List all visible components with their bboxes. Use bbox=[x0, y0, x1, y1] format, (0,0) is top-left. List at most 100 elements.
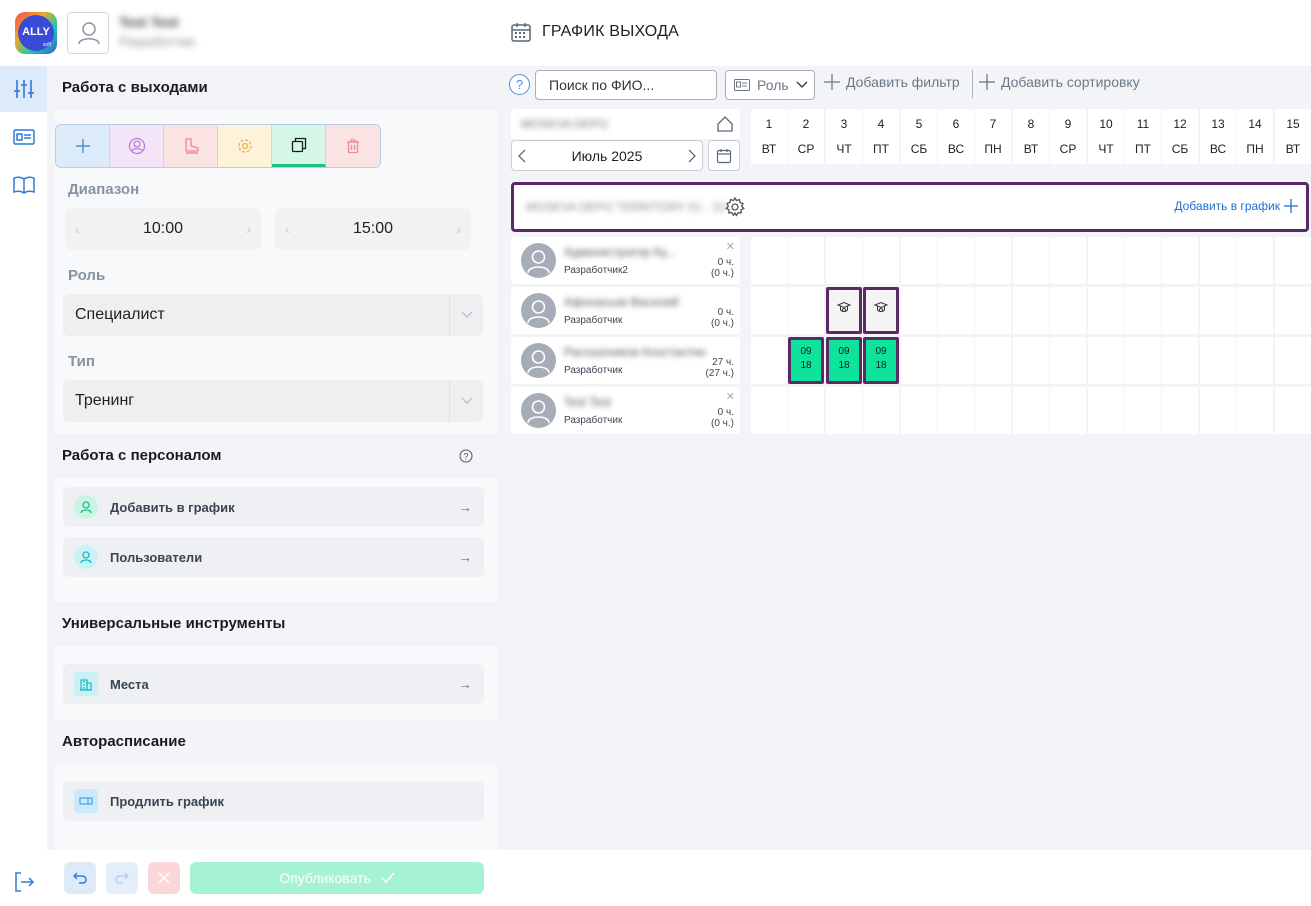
schedule-cell[interactable] bbox=[1013, 387, 1049, 434]
schedule-cell[interactable] bbox=[938, 287, 974, 334]
time-from-input[interactable]: ‹ 10:00 › bbox=[65, 208, 261, 250]
search-input[interactable]: Поиск по ФИО... bbox=[535, 70, 717, 100]
logout-icon[interactable] bbox=[12, 870, 36, 894]
places-action[interactable]: Места → bbox=[63, 664, 484, 704]
add-filter-button[interactable]: Добавить фильтр bbox=[824, 74, 960, 90]
employee-card[interactable]: Афонасьев Василий Разработчик 0 ч. (0 ч.) bbox=[511, 287, 740, 334]
schedule-cell[interactable] bbox=[1200, 337, 1236, 384]
schedule-cell[interactable] bbox=[1088, 337, 1124, 384]
month-selector[interactable]: Июль 2025 bbox=[511, 140, 703, 171]
schedule-cell[interactable] bbox=[901, 387, 937, 434]
schedule-cell[interactable] bbox=[863, 237, 899, 284]
schedule-cell[interactable] bbox=[1125, 287, 1161, 334]
type-select[interactable]: Тренинг bbox=[63, 380, 483, 422]
schedule-cell[interactable] bbox=[1050, 287, 1086, 334]
tool-delete-button[interactable] bbox=[326, 125, 380, 167]
schedule-cell[interactable] bbox=[1275, 387, 1311, 434]
schedule-cell[interactable] bbox=[826, 237, 862, 284]
schedule-cell[interactable] bbox=[1275, 237, 1311, 284]
schedule-cell[interactable] bbox=[901, 237, 937, 284]
time-to-input[interactable]: ‹ 15:00 › bbox=[275, 208, 471, 250]
chevron-right-icon[interactable]: › bbox=[246, 221, 251, 237]
schedule-cell[interactable] bbox=[1013, 287, 1049, 334]
remove-employee-icon[interactable]: ✕ bbox=[726, 240, 735, 253]
redo-button[interactable] bbox=[106, 862, 138, 894]
training-cell[interactable] bbox=[863, 287, 899, 334]
app-logo[interactable]: ALLY soft bbox=[15, 12, 57, 54]
schedule-cell[interactable] bbox=[1125, 387, 1161, 434]
schedule-cell[interactable] bbox=[1088, 387, 1124, 434]
tool-users-button[interactable] bbox=[110, 125, 164, 167]
chevron-right-icon[interactable] bbox=[688, 149, 696, 163]
schedule-cell[interactable] bbox=[975, 237, 1011, 284]
schedule-cell[interactable] bbox=[1013, 337, 1049, 384]
publish-button[interactable]: Опубликовать bbox=[190, 862, 484, 894]
undo-button[interactable] bbox=[64, 862, 96, 894]
schedule-cell[interactable] bbox=[938, 237, 974, 284]
training-cell[interactable] bbox=[826, 287, 862, 334]
schedule-cell[interactable] bbox=[975, 287, 1011, 334]
schedule-cell[interactable] bbox=[826, 387, 862, 434]
schedule-cell[interactable] bbox=[975, 337, 1011, 384]
chevron-right-icon[interactable]: › bbox=[456, 221, 461, 237]
schedule-cell[interactable] bbox=[1125, 337, 1161, 384]
help-icon[interactable]: ? bbox=[459, 449, 473, 463]
tool-gear-button[interactable] bbox=[218, 125, 272, 167]
schedule-cell[interactable] bbox=[788, 237, 824, 284]
schedule-cell[interactable] bbox=[938, 387, 974, 434]
schedule-cell[interactable] bbox=[1013, 237, 1049, 284]
schedule-cell[interactable] bbox=[1200, 387, 1236, 434]
tool-copy-button[interactable] bbox=[272, 125, 326, 167]
schedule-cell[interactable] bbox=[975, 387, 1011, 434]
shift-cell[interactable]: 09 18 bbox=[863, 337, 899, 384]
shift-cell[interactable]: 09 18 bbox=[826, 337, 862, 384]
tool-boot-button[interactable] bbox=[164, 125, 218, 167]
schedule-cell[interactable] bbox=[1162, 237, 1198, 284]
schedule-cell[interactable] bbox=[751, 287, 787, 334]
schedule-cell[interactable] bbox=[1275, 337, 1311, 384]
add-to-schedule-link[interactable]: Добавить в график bbox=[1174, 199, 1298, 213]
schedule-cell[interactable] bbox=[863, 387, 899, 434]
schedule-cell[interactable] bbox=[1162, 287, 1198, 334]
schedule-cell[interactable] bbox=[788, 287, 824, 334]
schedule-cell[interactable] bbox=[1237, 337, 1273, 384]
remove-employee-icon[interactable]: ✕ bbox=[726, 390, 735, 403]
rail-item-schedule[interactable] bbox=[0, 66, 47, 112]
users-action[interactable]: Пользователи → bbox=[63, 537, 484, 577]
calendar-button[interactable] bbox=[708, 140, 740, 171]
schedule-cell[interactable] bbox=[1162, 337, 1198, 384]
schedule-cell[interactable] bbox=[1237, 287, 1273, 334]
schedule-cell[interactable] bbox=[1200, 287, 1236, 334]
extend-schedule-action[interactable]: Продлить график bbox=[63, 781, 484, 821]
role-filter-button[interactable]: Роль bbox=[725, 70, 815, 100]
cancel-button[interactable] bbox=[148, 862, 180, 894]
help-button[interactable]: ? bbox=[509, 74, 530, 95]
schedule-cell[interactable] bbox=[1050, 237, 1086, 284]
chevron-left-icon[interactable]: ‹ bbox=[75, 221, 80, 237]
employee-card[interactable]: Test Test Разработчик 0 ч. (0 ч.) ✕ bbox=[511, 387, 740, 434]
schedule-cell[interactable] bbox=[1200, 237, 1236, 284]
employee-card[interactable]: Рассказчиков Константин Разработчик 27 ч.(… bbox=[511, 337, 740, 384]
schedule-cell[interactable] bbox=[751, 237, 787, 284]
schedule-cell[interactable] bbox=[1088, 287, 1124, 334]
rail-item-cards[interactable] bbox=[0, 114, 47, 160]
schedule-cell[interactable] bbox=[1050, 337, 1086, 384]
schedule-cell[interactable] bbox=[901, 337, 937, 384]
chevron-left-icon[interactable]: ‹ bbox=[285, 221, 290, 237]
employee-card[interactable]: Администратор Ку... Разработчик2 0 ч. (0 ч.… bbox=[511, 237, 740, 284]
gear-icon[interactable] bbox=[724, 196, 746, 218]
rail-item-guide[interactable] bbox=[0, 162, 47, 208]
home-icon[interactable] bbox=[716, 115, 734, 133]
chevron-left-icon[interactable] bbox=[518, 149, 526, 163]
tool-add-button[interactable] bbox=[56, 125, 110, 167]
schedule-cell[interactable] bbox=[901, 287, 937, 334]
schedule-cell[interactable] bbox=[751, 337, 787, 384]
schedule-cell[interactable] bbox=[1088, 237, 1124, 284]
shift-cell[interactable]: 09 18 bbox=[788, 337, 824, 384]
schedule-cell[interactable] bbox=[1162, 387, 1198, 434]
schedule-cell[interactable] bbox=[751, 387, 787, 434]
schedule-cell[interactable] bbox=[1237, 237, 1273, 284]
schedule-cell[interactable] bbox=[788, 387, 824, 434]
add-to-schedule-action[interactable]: Добавить в график → bbox=[63, 487, 484, 527]
schedule-cell[interactable] bbox=[1125, 237, 1161, 284]
